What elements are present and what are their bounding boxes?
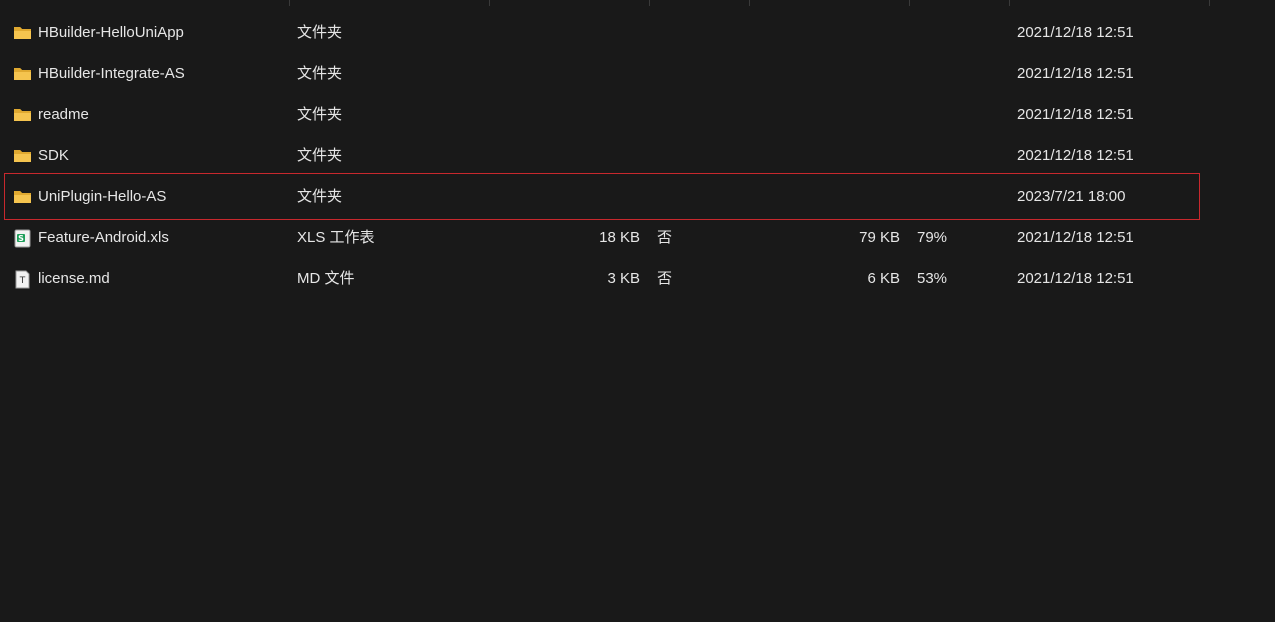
file-encrypted: 否 xyxy=(657,229,673,246)
file-modified: 2021/12/18 12:51 xyxy=(1017,229,1134,246)
file-list: HBuilder-HelloUniApp 文件夹 2021/12/18 12:5… xyxy=(0,12,1275,299)
column-divider[interactable] xyxy=(1209,0,1210,6)
file-type: 文件夹 xyxy=(297,24,343,41)
file-modified: 2023/7/21 18:00 xyxy=(1017,188,1126,205)
file-modified: 2021/12/18 12:51 xyxy=(1017,24,1134,41)
file-original-size: 6 KB xyxy=(867,270,900,287)
text-file-icon: T xyxy=(13,270,32,289)
folder-icon xyxy=(13,65,32,82)
file-name: Feature-Android.xls xyxy=(38,229,169,246)
file-row-feature-android-xls[interactable]: S Feature-Android.xls XLS 工作表 18 KB 否 79… xyxy=(0,217,1275,258)
file-size: 3 KB xyxy=(607,270,640,287)
column-divider[interactable] xyxy=(649,0,650,6)
column-header-dividers xyxy=(0,0,1275,6)
column-divider[interactable] xyxy=(749,0,750,6)
file-row-license-md[interactable]: T license.md MD 文件 3 KB 否 6 KB 53% 2021/… xyxy=(0,258,1275,299)
folder-icon xyxy=(13,188,32,205)
folder-icon xyxy=(13,147,32,164)
file-size: 18 KB xyxy=(599,229,640,246)
file-row-uniplugin-hello-as[interactable]: UniPlugin-Hello-AS 文件夹 2023/7/21 18:00 xyxy=(0,173,1275,220)
column-divider[interactable] xyxy=(909,0,910,6)
folder-icon xyxy=(13,24,32,41)
svg-text:S: S xyxy=(18,234,24,243)
file-name: HBuilder-Integrate-AS xyxy=(38,65,185,82)
column-divider[interactable] xyxy=(1009,0,1010,6)
folder-icon xyxy=(13,106,32,123)
file-modified: 2021/12/18 12:51 xyxy=(1017,270,1134,287)
file-name: license.md xyxy=(38,270,110,287)
file-type: XLS 工作表 xyxy=(297,229,375,246)
file-encrypted: 否 xyxy=(657,270,673,287)
file-modified: 2021/12/18 12:51 xyxy=(1017,147,1134,164)
file-name: UniPlugin-Hello-AS xyxy=(38,188,167,205)
file-type: 文件夹 xyxy=(297,147,343,164)
column-divider[interactable] xyxy=(489,0,490,6)
file-name: SDK xyxy=(38,147,69,164)
file-row-readme[interactable]: readme 文件夹 2021/12/18 12:51 xyxy=(0,94,1275,135)
file-type: 文件夹 xyxy=(297,188,343,205)
svg-text:T: T xyxy=(19,276,26,286)
file-modified: 2021/12/18 12:51 xyxy=(1017,106,1134,123)
spreadsheet-icon: S xyxy=(13,229,32,248)
column-divider[interactable] xyxy=(289,0,290,6)
file-ratio: 53% xyxy=(917,270,948,287)
file-name: readme xyxy=(38,106,89,123)
file-original-size: 79 KB xyxy=(859,229,900,246)
file-type: MD 文件 xyxy=(297,270,355,287)
file-name: HBuilder-HelloUniApp xyxy=(38,24,184,41)
file-row-hbuilder-hellouniapp[interactable]: HBuilder-HelloUniApp 文件夹 2021/12/18 12:5… xyxy=(0,12,1275,53)
file-row-hbuilder-integrate-as[interactable]: HBuilder-Integrate-AS 文件夹 2021/12/18 12:… xyxy=(0,53,1275,94)
file-modified: 2021/12/18 12:51 xyxy=(1017,65,1134,82)
file-row-sdk[interactable]: SDK 文件夹 2021/12/18 12:51 xyxy=(0,135,1275,176)
file-type: 文件夹 xyxy=(297,106,343,123)
file-type: 文件夹 xyxy=(297,65,343,82)
file-ratio: 79% xyxy=(917,229,948,246)
